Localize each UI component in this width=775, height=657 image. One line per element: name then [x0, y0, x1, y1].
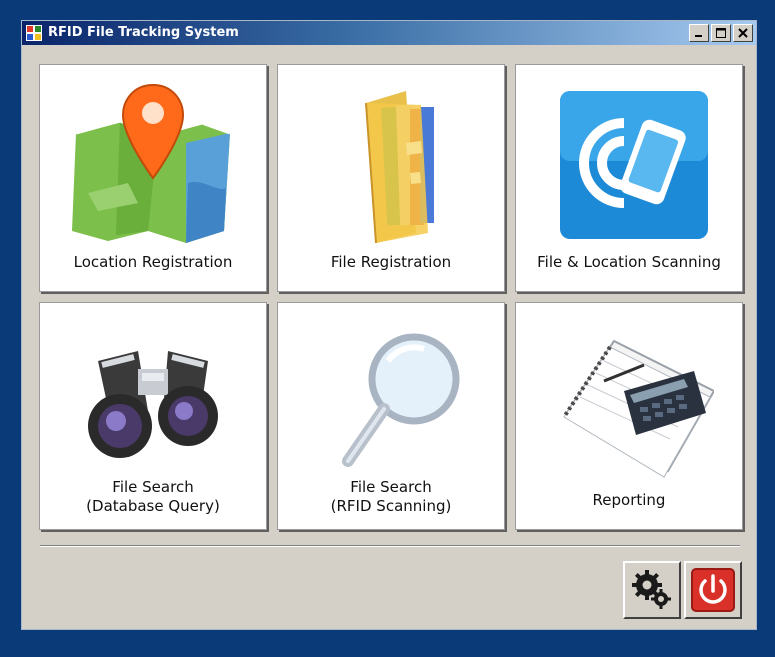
main-window: RFID File Tracking System Location Regis… [21, 20, 757, 630]
tile-label-line1: File Search [350, 478, 432, 496]
file-registration-tile[interactable]: File Registration [277, 64, 505, 292]
settings-button[interactable] [623, 561, 681, 619]
map-pin-icon [40, 83, 266, 243]
tile-label: Reporting [592, 491, 666, 509]
file-search-database-tile[interactable]: File Search (Database Query) [39, 302, 267, 530]
minimize-icon [695, 35, 702, 37]
app-icon [26, 25, 42, 41]
close-button[interactable] [733, 24, 753, 42]
maximize-button[interactable] [711, 24, 731, 42]
file-location-scanning-tile[interactable]: File & Location Scanning [515, 64, 743, 292]
rfid-scan-icon [516, 83, 742, 243]
maximize-icon [716, 28, 726, 38]
folder-files-icon [278, 83, 504, 243]
separator [40, 545, 740, 547]
exit-button[interactable] [684, 561, 742, 619]
title-bar[interactable]: RFID File Tracking System [22, 21, 756, 45]
tile-label-line2: (Database Query) [86, 497, 220, 515]
tile-label-line1: File Search [112, 478, 194, 496]
file-search-rfid-tile[interactable]: File Search (RFID Scanning) [277, 302, 505, 530]
tile-label: Location Registration [73, 253, 233, 271]
magnifier-icon [278, 321, 504, 481]
tile-label: File & Location Scanning [537, 253, 721, 271]
report-calculator-icon [516, 321, 742, 481]
window-title: RFID File Tracking System [48, 25, 239, 40]
binoculars-icon [40, 321, 266, 481]
minimize-button[interactable] [689, 24, 709, 42]
power-icon [691, 568, 735, 612]
close-icon [738, 28, 748, 38]
tile-label-line2: (RFID Scanning) [330, 497, 452, 515]
gears-icon [632, 570, 671, 609]
caption-buttons [689, 24, 753, 42]
tile-label: File Registration [330, 253, 452, 271]
location-registration-tile[interactable]: Location Registration [39, 64, 267, 292]
reporting-tile[interactable]: Reporting [515, 302, 743, 530]
